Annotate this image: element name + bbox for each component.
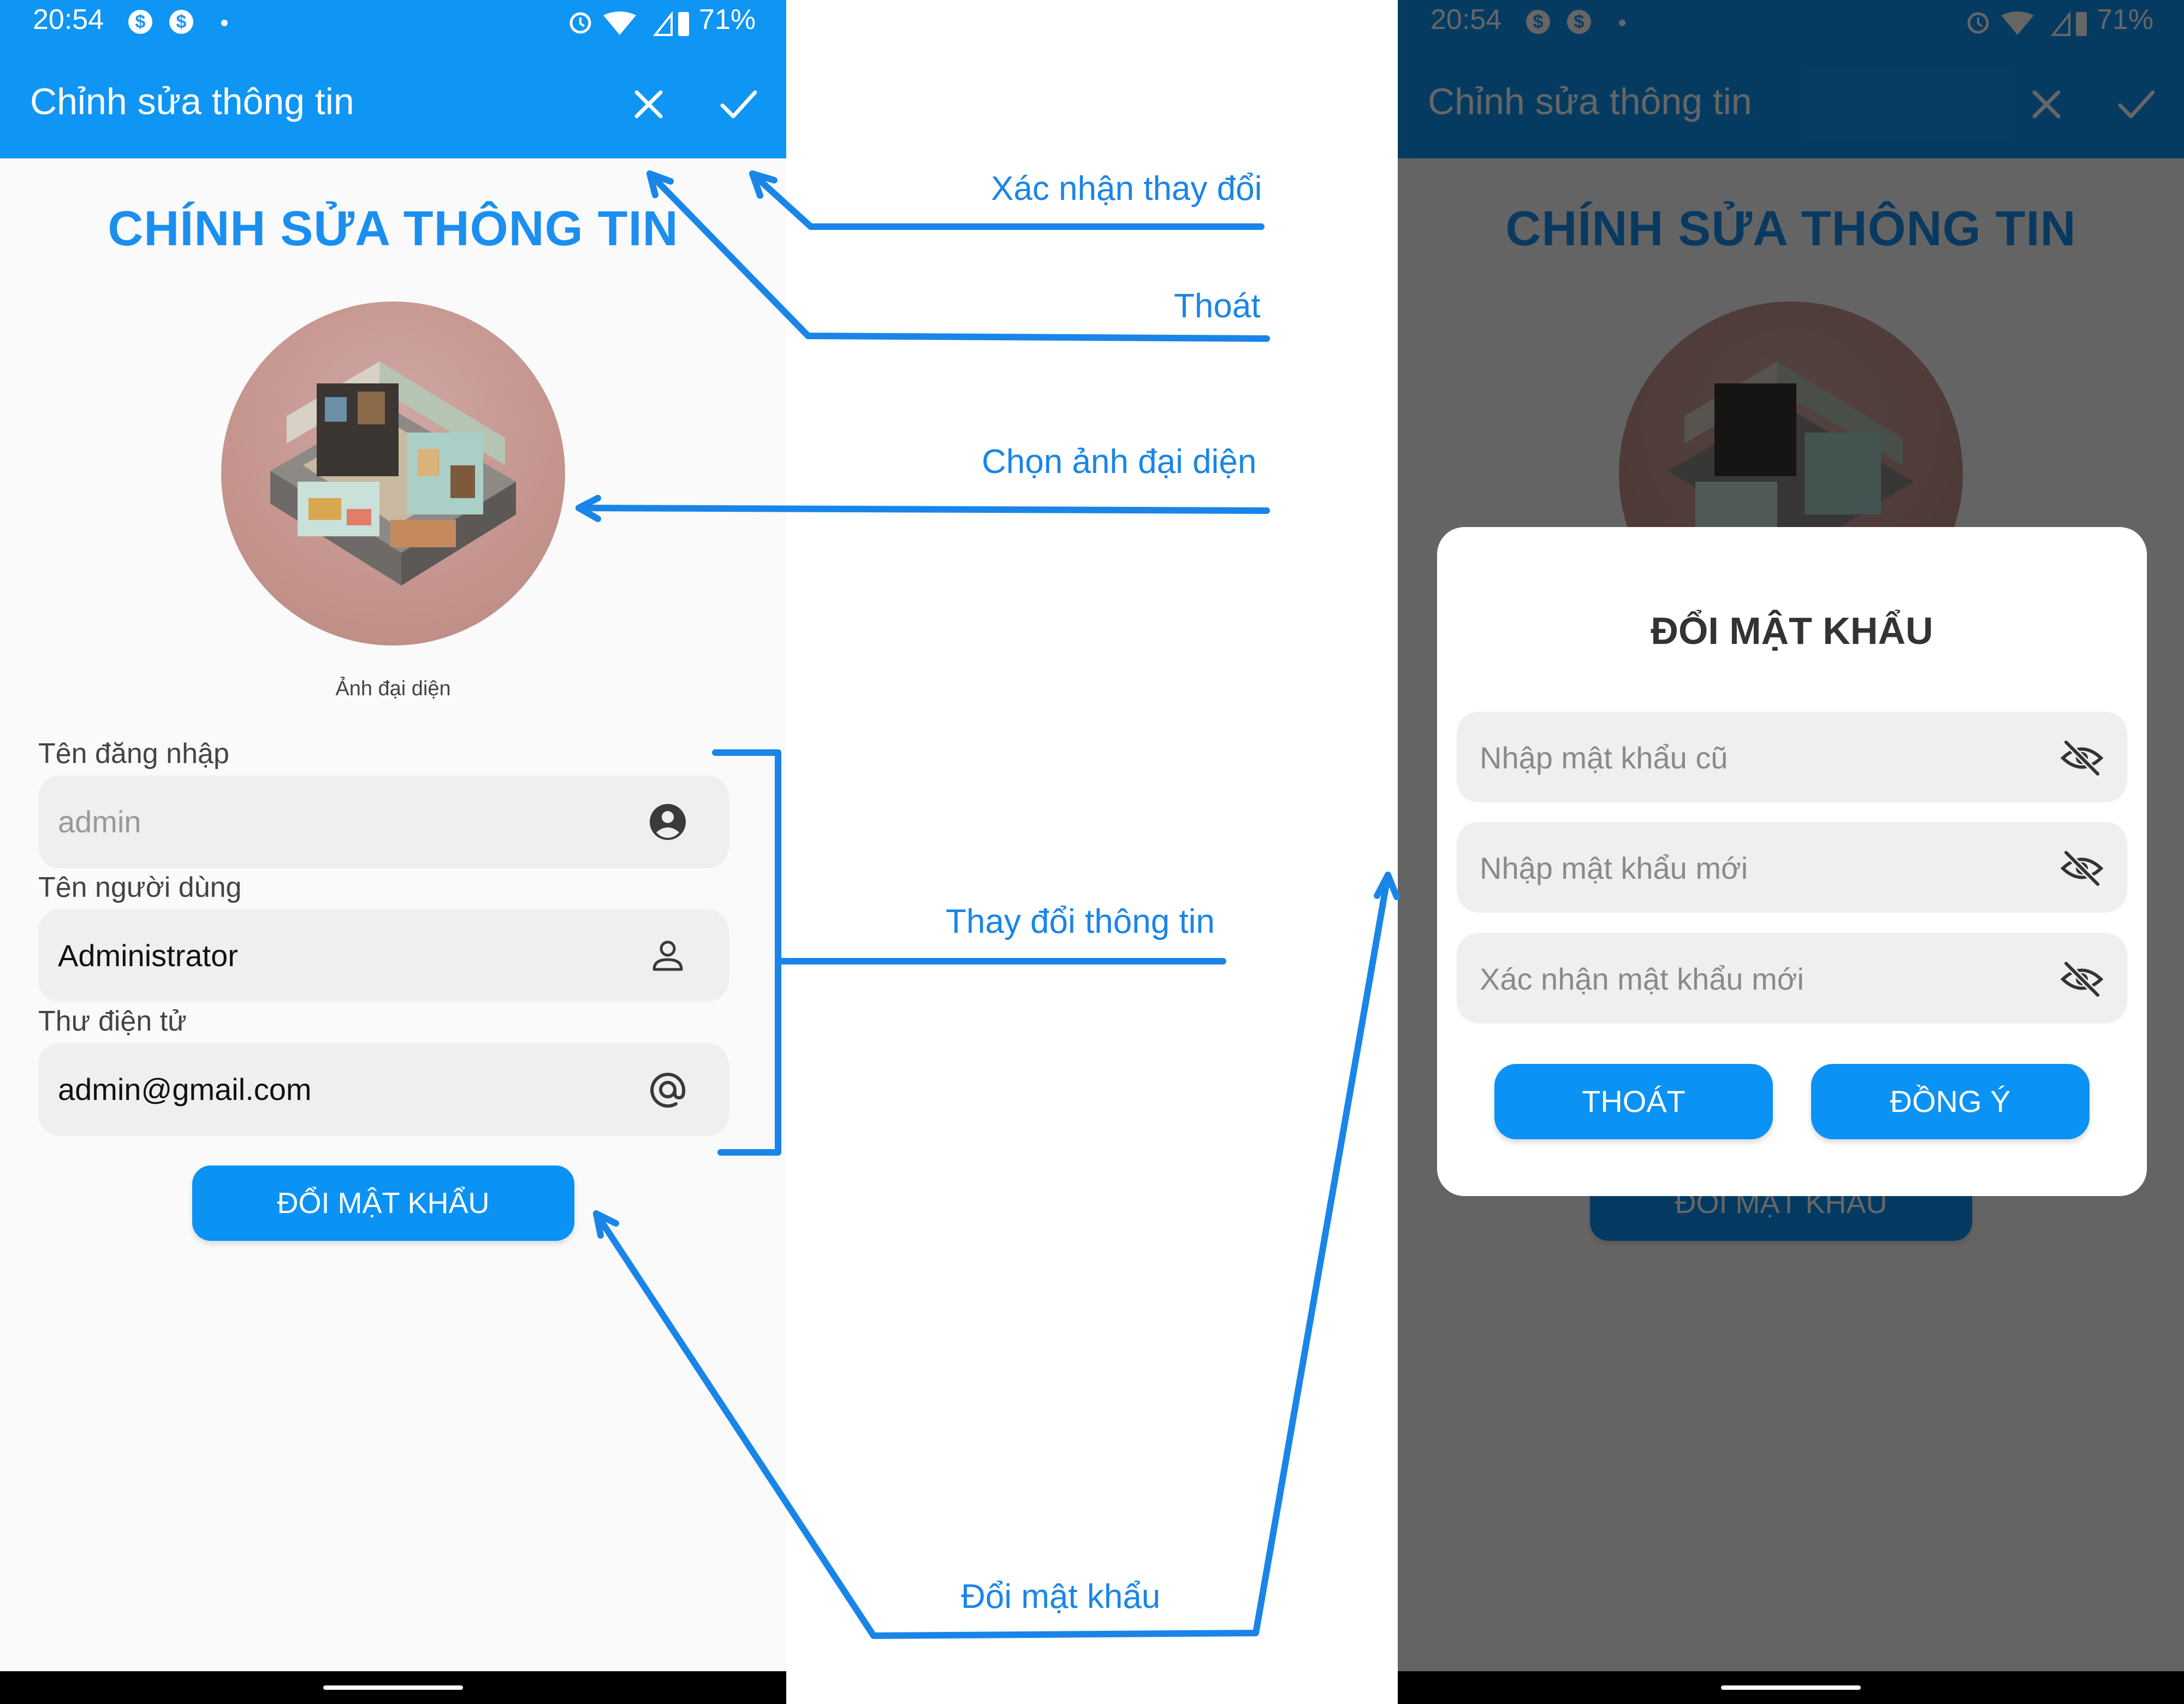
navigation-bar [0, 1671, 786, 1704]
confirm-password-input[interactable]: Xác nhận mật khẩu mới [1457, 933, 2127, 1023]
arrow-confirm [749, 170, 1265, 230]
old-password-input[interactable]: Nhập mật khẩu cũ [1457, 712, 2127, 802]
display-name-label: Tên người dùng [38, 872, 242, 903]
dialog-confirm-button[interactable]: ĐỒNG Ý [1811, 1064, 2090, 1139]
eye-off-icon[interactable] [2058, 735, 2105, 782]
app-bar-title: Chỉnh sửa thông tin [30, 81, 354, 122]
change-password-button[interactable]: ĐỔI MẬT KHẨU [192, 1165, 574, 1241]
at-sign-icon [650, 1073, 686, 1108]
dialog-title: ĐỔI MẬT KHẨU [1651, 610, 1933, 652]
confirm-password-placeholder: Xác nhận mật khẩu mới [1480, 962, 1804, 996]
avatar-image[interactable] [221, 301, 565, 646]
username-field[interactable]: admin [38, 776, 729, 868]
change-password-screen: 20:54 $ $ 71% Chỉnh sửa thông tin CHÍNH … [1398, 0, 2184, 1704]
home-gesture-handle[interactable] [323, 1685, 463, 1690]
eye-off-icon[interactable] [2058, 956, 2105, 1003]
more-notifications-icon [221, 20, 228, 26]
home-gesture-handle[interactable] [1721, 1685, 1861, 1690]
isometric-house-illustration [270, 362, 516, 585]
annotation-confirm: Xác nhận thay đổi [991, 170, 1262, 208]
battery-level: 71% [699, 4, 756, 36]
username-label: Tên đăng nhập [38, 738, 229, 770]
dialog-cancel-button[interactable]: THOÁT [1494, 1064, 1773, 1139]
email-value: admin@gmail.com [58, 1072, 312, 1107]
username-value: admin [58, 804, 141, 839]
annotation-choose-avatar: Chọn ảnh đại diện [982, 443, 1257, 481]
old-password-placeholder: Nhập mật khẩu cũ [1480, 741, 1728, 775]
system-status-icons [569, 11, 689, 36]
navigation-bar [1398, 1671, 2184, 1704]
annotation-exit: Thoát [1174, 287, 1261, 325]
status-bar: 20:54 $ $ 71% [0, 0, 786, 46]
display-name-field[interactable]: Administrator [38, 909, 729, 1002]
eye-off-icon[interactable] [2058, 845, 2105, 892]
edit-profile-screen: 20:54 $ $ 71% Chỉnh sửa thông tin CHÍNH … [0, 0, 786, 1704]
annotation-edit-info: Thay đổi thông tin [946, 903, 1215, 940]
new-password-input[interactable]: Nhập mật khẩu mới [1457, 822, 2127, 913]
notification-dollar-icon: $ [169, 10, 193, 34]
display-name-value: Administrator [58, 938, 238, 973]
notification-dollar-icon: $ [128, 10, 152, 34]
close-icon[interactable] [627, 82, 670, 126]
new-password-placeholder: Nhập mật khẩu mới [1480, 851, 1748, 885]
person-outline-icon [652, 940, 683, 971]
page-heading: CHÍNH SỬA THÔNG TIN [108, 202, 679, 256]
check-icon[interactable] [717, 82, 761, 126]
avatar-caption: Ảnh đại diện [335, 677, 451, 700]
account-circle-icon [650, 804, 686, 840]
status-time: 20:54 [33, 4, 104, 36]
change-password-dialog: ĐỔI MẬT KHẨU Nhập mật khẩu cũ Nhập mật k… [1437, 527, 2147, 1196]
email-label: Thư điện tử [38, 1005, 187, 1037]
email-field[interactable]: admin@gmail.com [38, 1043, 729, 1136]
app-bar: Chỉnh sửa thông tin [0, 46, 786, 158]
annotation-change-password: Đổi mật khẩu [961, 1578, 1161, 1616]
